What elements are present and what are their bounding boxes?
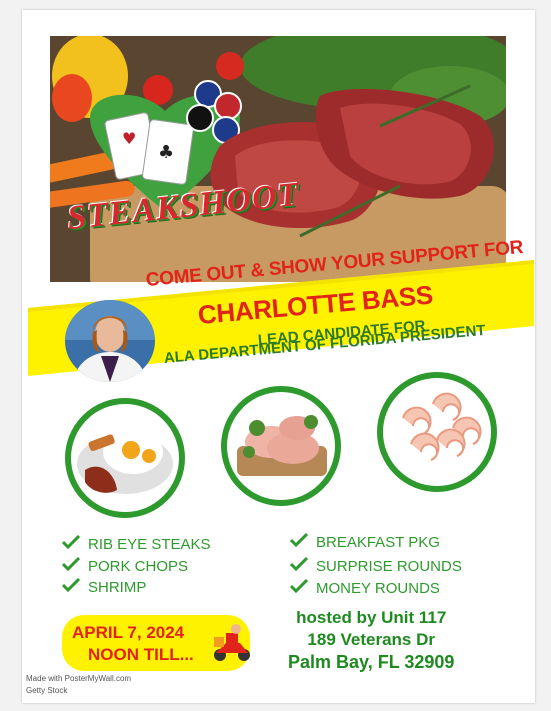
list-item: PORK CHOPS	[61, 556, 188, 575]
pork-chops-photo-circle	[221, 386, 341, 506]
list-item: SHRIMP	[61, 577, 146, 596]
check-icon	[61, 577, 81, 596]
credit-line: Made with PosterMyWall.com	[26, 674, 132, 683]
event-date-badge: APRIL 7, 2024 NOON TILL...	[62, 615, 250, 671]
svg-text:♥: ♥	[122, 129, 136, 148]
candidate-portrait	[65, 300, 155, 382]
check-icon	[289, 532, 309, 551]
breakfast-photo-circle	[65, 398, 185, 518]
list-item: BREAKFAST PKG	[289, 532, 440, 551]
svg-text:♣: ♣	[158, 142, 174, 163]
check-icon	[61, 534, 81, 553]
credit-line: Getty Stock	[26, 686, 68, 695]
check-icon	[289, 578, 309, 597]
check-icon	[289, 556, 309, 575]
delivery-scooter-icon	[210, 619, 254, 663]
host-line: hosted by Unit 117	[296, 608, 447, 627]
list-item: MONEY ROUNDS	[289, 578, 440, 597]
address-city: Palm Bay, FL 32909	[288, 652, 455, 672]
poster: ♥ ♣ STEAKSHOOT COME OUT & SHOW YOUR SUPP…	[22, 10, 535, 703]
check-icon	[61, 556, 81, 575]
list-item: RIB EYE STEAKS	[61, 534, 211, 553]
host-info: hosted by Unit 117 189 Veterans Dr Palm …	[288, 608, 454, 673]
event-date: APRIL 7, 2024	[72, 623, 185, 642]
event-time: NOON TILL...	[88, 645, 194, 664]
list-item: SURPRISE ROUNDS	[289, 556, 462, 575]
shrimp-photo-circle	[377, 372, 497, 492]
address-street: 189 Veterans Dr	[307, 630, 436, 649]
